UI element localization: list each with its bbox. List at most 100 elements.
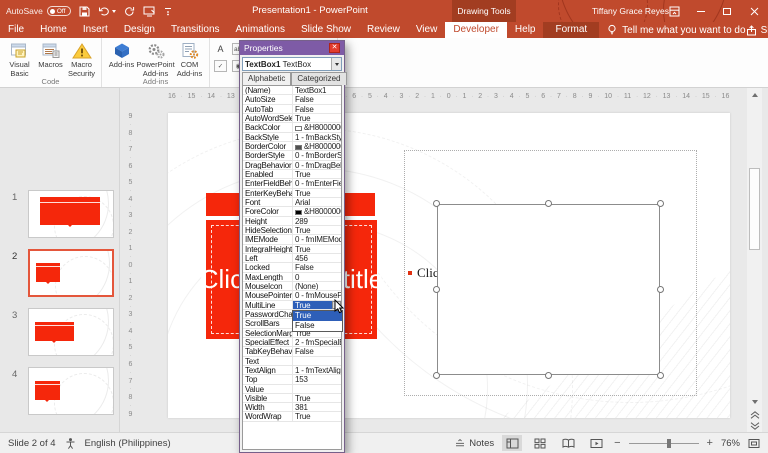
property-row-autotab[interactable]: AutoTabFalse — [243, 105, 341, 114]
property-row-backstyle[interactable]: BackStyle1 - fmBackStyl — [243, 133, 341, 142]
property-row-text[interactable]: Text — [243, 357, 341, 366]
autosave-toggle[interactable]: AutoSave Off — [6, 6, 71, 16]
tab-transitions[interactable]: Transitions — [163, 22, 228, 38]
zoom-in-button[interactable]: + — [707, 437, 713, 449]
resize-handle-sw[interactable] — [433, 372, 440, 379]
vertical-scrollbar[interactable] — [747, 88, 762, 432]
slide-thumbnail-3[interactable] — [28, 308, 114, 356]
scroll-down-button[interactable] — [747, 395, 762, 408]
properties-grid[interactable]: (Name)TextBox1AutoSizeFalseAutoTabFalseA… — [242, 85, 342, 450]
property-row-borderstyle[interactable]: BorderStyle0 - fmBorderSt — [243, 151, 341, 160]
notes-button[interactable]: Notes — [455, 438, 494, 449]
property-row-wordwrap[interactable]: WordWrapTrue — [243, 412, 341, 421]
accessibility-icon[interactable] — [65, 437, 76, 450]
resize-handle-e[interactable] — [657, 286, 664, 293]
property-row-height[interactable]: Height289 — [243, 217, 341, 226]
checkbox-control-icon[interactable]: ✓ — [214, 60, 227, 72]
object-selector[interactable]: TextBox1 TextBox — [242, 57, 342, 71]
property-row-top[interactable]: Top153 — [243, 375, 341, 384]
property-row-forecolor[interactable]: ForeColor&H8000000 — [243, 207, 341, 216]
slides-panel[interactable]: 1234 — [0, 88, 120, 432]
properties-titlebar[interactable]: Properties ✕ — [240, 41, 344, 55]
macro-security-button[interactable]: Macro Security — [66, 41, 97, 78]
tab-design[interactable]: Design — [116, 22, 163, 38]
tab-alphabetic[interactable]: Alphabetic — [242, 72, 291, 85]
properties-close-button[interactable]: ✕ — [329, 43, 340, 53]
slideshow-view-button[interactable] — [586, 435, 606, 451]
property-row-visible[interactable]: VisibleTrue — [243, 394, 341, 403]
slide-thumbnail-4[interactable] — [28, 367, 114, 415]
resize-handle-se[interactable] — [657, 372, 664, 379]
vertical-ruler[interactable]: 9·8·7·6·5·4·3·2·1·0·1·2·3·4·5·6·7·8·9 — [124, 113, 137, 418]
scroll-up-button[interactable] — [747, 88, 762, 101]
undo-button[interactable] — [98, 6, 116, 16]
close-button[interactable] — [740, 0, 768, 22]
ribbon-display-options-button[interactable] — [662, 0, 686, 22]
autosave-switch-icon[interactable]: Off — [47, 6, 71, 16]
undo-dropdown-icon[interactable] — [112, 10, 116, 13]
property-row-specialeffect[interactable]: SpecialEffect2 - fmSpecialE — [243, 338, 341, 347]
scrollbar-thumb[interactable] — [749, 168, 760, 250]
com-add-ins-button[interactable]: COM Add-ins — [174, 41, 205, 78]
zoom-level[interactable]: 76% — [721, 438, 740, 449]
minimize-button[interactable] — [688, 0, 714, 22]
next-slide-button[interactable] — [750, 422, 760, 430]
reading-view-button[interactable] — [558, 435, 578, 451]
resize-handle-w[interactable] — [433, 286, 440, 293]
dropdown-option-false[interactable]: False — [293, 321, 342, 331]
zoom-slider-thumb[interactable] — [667, 439, 671, 448]
resize-handle-nw[interactable] — [433, 200, 440, 207]
zoom-slider[interactable] — [629, 438, 699, 448]
property-row-enterkeybehavi[interactable]: EnterKeyBehaviTrue — [243, 189, 341, 198]
property-row-locked[interactable]: LockedFalse — [243, 263, 341, 272]
property-row-left[interactable]: Left456 — [243, 254, 341, 263]
slide-sorter-view-button[interactable] — [530, 435, 550, 451]
property-row-value[interactable]: Value — [243, 385, 341, 394]
property-row-autowordselect[interactable]: AutoWordSelectTrue — [243, 114, 341, 123]
language-indicator[interactable]: English (Philippines) — [85, 438, 171, 449]
slide-indicator[interactable]: Slide 2 of 4 — [8, 438, 56, 449]
property-row-imemode[interactable]: IMEMode0 - fmIMEMode — [243, 235, 341, 244]
property-row-mouseicon[interactable]: MouseIcon(None) — [243, 282, 341, 291]
property-row-hideselection[interactable]: HideSelectionTrue — [243, 226, 341, 235]
zoom-out-button[interactable]: − — [614, 437, 620, 449]
activex-textbox-control[interactable] — [437, 204, 660, 375]
property-row-bordercolor[interactable]: BorderColor&H8000000 — [243, 142, 341, 151]
tab-view[interactable]: View — [408, 22, 446, 38]
add-ins-button[interactable]: Add-ins — [106, 41, 137, 70]
tab-animations[interactable]: Animations — [228, 22, 293, 38]
maximize-button[interactable] — [714, 0, 740, 22]
property-row-tabkeybehavior[interactable]: TabKeyBehaviorFalse — [243, 347, 341, 356]
property-row-font[interactable]: FontArial — [243, 198, 341, 207]
visual-basic-button[interactable]: Visual Basic — [4, 41, 35, 78]
label-control-icon[interactable]: A — [214, 43, 227, 55]
previous-slide-button[interactable] — [750, 411, 760, 419]
property-row-textalign[interactable]: TextAlign1 - fmTextAlig — [243, 366, 341, 375]
powerpoint-add-ins-button[interactable]: PowerPoint Add-ins — [137, 41, 174, 78]
tab-developer[interactable]: Developer — [445, 22, 507, 38]
tab-file[interactable]: File — [0, 22, 32, 38]
customize-toolbar-button[interactable] — [164, 6, 172, 16]
tab-insert[interactable]: Insert — [75, 22, 116, 38]
tab-format[interactable]: Format — [547, 22, 595, 38]
tell-me-box[interactable]: Tell me what you want to do — [607, 22, 745, 38]
slide-thumbnail-2[interactable] — [28, 249, 114, 297]
property-row-integralheight[interactable]: IntegralHeightTrue — [243, 245, 341, 254]
property-row-enabled[interactable]: EnabledTrue — [243, 170, 341, 179]
property-row-dragbehavior[interactable]: DragBehavior0 - fmDragBeh — [243, 161, 341, 170]
tab-review[interactable]: Review — [359, 22, 408, 38]
resize-handle-s[interactable] — [545, 372, 552, 379]
tab-help[interactable]: Help — [507, 22, 544, 38]
property-row-autosize[interactable]: AutoSizeFalse — [243, 95, 341, 104]
property-row-width[interactable]: Width381 — [243, 403, 341, 412]
fit-to-window-button[interactable] — [748, 438, 760, 449]
macros-button[interactable]: Macros — [35, 41, 66, 70]
start-from-beginning-button[interactable] — [143, 6, 156, 17]
tab-home[interactable]: Home — [32, 22, 75, 38]
property-row-maxlength[interactable]: MaxLength0 — [243, 273, 341, 282]
object-selector-dropdown-icon[interactable] — [331, 58, 341, 70]
property-row-mousepointer[interactable]: MousePointer0 - fmMousePo — [243, 291, 341, 300]
slide-thumbnail-1[interactable] — [28, 190, 114, 238]
property-row-name[interactable]: (Name)TextBox1 — [243, 86, 341, 95]
property-row-backcolor[interactable]: BackColor&H8000000 — [243, 123, 341, 132]
